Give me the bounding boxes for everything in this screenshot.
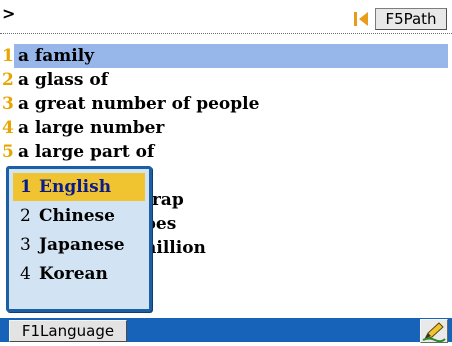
- list-item-number: 3: [2, 94, 14, 114]
- list-item-text: a glass of: [18, 70, 109, 90]
- header-divider: [0, 33, 452, 34]
- list-item-text: a large number: [18, 118, 165, 138]
- list-item-number: 5: [2, 142, 14, 162]
- language-option-label: Korean: [39, 264, 108, 284]
- language-option-number: 4: [20, 264, 31, 284]
- language-popup: 1 English 2 Chinese 3 Japanese 4 Korean: [6, 166, 152, 312]
- top-bar: > F5Path: [0, 0, 452, 34]
- language-option-label: Chinese: [39, 206, 115, 226]
- language-option-number: 1: [20, 177, 32, 197]
- list-item[interactable]: 2 a glass of: [0, 68, 452, 92]
- language-option-english[interactable]: 1 English: [13, 173, 145, 201]
- list-item-number: 1: [2, 46, 14, 66]
- path-button[interactable]: F5Path: [375, 8, 447, 30]
- language-button[interactable]: F1Language: [9, 320, 127, 342]
- list-item-text: hillion: [144, 238, 206, 258]
- pen-icon: [422, 322, 446, 343]
- language-option-number: 3: [20, 235, 31, 255]
- list-item-text: a large part of: [18, 142, 155, 162]
- language-option-label: Japanese: [39, 235, 125, 255]
- list-item-text: a great number of people: [18, 94, 260, 114]
- list-item[interactable]: 1 a family: [0, 44, 452, 68]
- list-item[interactable]: 4 a large number: [0, 116, 452, 140]
- language-option-label: English: [39, 177, 112, 197]
- prompt-caret-icon: >: [2, 4, 16, 23]
- language-option-korean[interactable]: 4 Korean: [13, 260, 145, 288]
- bottom-bar: F1Language: [0, 318, 452, 343]
- language-option-japanese[interactable]: 3 Japanese: [13, 231, 145, 259]
- language-option-number: 2: [20, 206, 31, 226]
- list-item-text: a family: [18, 46, 95, 66]
- list-item-number: 2: [2, 70, 14, 90]
- pen-button[interactable]: [420, 319, 448, 343]
- list-item-number: 4: [2, 118, 14, 138]
- step-back-icon[interactable]: [352, 10, 370, 28]
- language-option-chinese[interactable]: 2 Chinese: [13, 202, 145, 230]
- list-item[interactable]: 5 a large part of: [0, 140, 452, 164]
- list-item[interactable]: 3 a great number of people: [0, 92, 452, 116]
